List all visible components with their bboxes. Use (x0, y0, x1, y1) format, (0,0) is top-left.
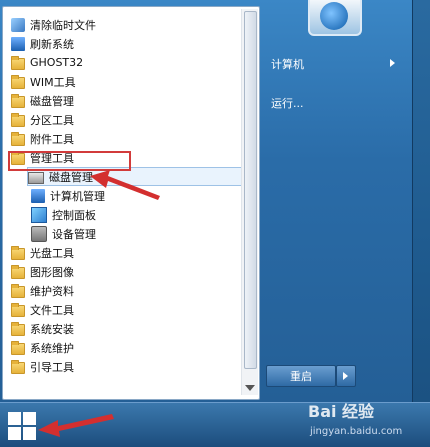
menu-item-system-install[interactable]: 系统安装 (11, 319, 241, 338)
windows-logo-icon (8, 427, 21, 440)
folder-icon (11, 131, 25, 146)
start-menu: 清除临时文件 刷新系统 GHOST32 WIM工具 磁盘管理 分区工具 附件工具… (0, 0, 413, 403)
red-arrow-icon (90, 170, 160, 200)
folder-icon (11, 264, 25, 279)
menu-item-accessory-tools[interactable]: 附件工具 (11, 129, 241, 148)
folder-icon (11, 74, 25, 89)
tool-icon (11, 17, 25, 32)
menu-item-file-tools[interactable]: 文件工具 (11, 300, 241, 319)
menu-item-label: 附件工具 (30, 132, 74, 146)
windows-logo-icon (8, 412, 21, 425)
menu-item-label: 光盘工具 (30, 246, 74, 260)
menu-item-label: 引导工具 (30, 360, 74, 374)
right-item-run[interactable]: 运行... (271, 95, 304, 111)
device-manager-icon (31, 225, 47, 242)
watermark-url: jingyan.baidu.com (310, 426, 403, 437)
menu-item-label: WIM工具 (30, 75, 76, 89)
menu-item-label: 文件工具 (30, 303, 74, 317)
menu-item-graphics[interactable]: 图形图像 (11, 262, 241, 281)
submenu-item-control-panel[interactable]: 控制面板 (31, 205, 241, 224)
folder-icon (11, 302, 25, 317)
red-arrow-icon (38, 414, 114, 437)
folder-icon (11, 283, 25, 298)
menu-item-ghost32[interactable]: GHOST32 (11, 53, 241, 72)
scrollbar-thumb[interactable] (244, 11, 257, 369)
folder-icon (11, 55, 25, 70)
menu-item-system-maintenance[interactable]: 系统维护 (11, 338, 241, 357)
folder-icon (11, 340, 25, 355)
folder-icon (11, 93, 25, 108)
control-panel-icon (31, 206, 47, 223)
menu-item-label: 系统维护 (30, 341, 74, 355)
scroll-down-arrow-icon[interactable] (245, 385, 255, 391)
folder-icon (11, 359, 25, 374)
menu-item-disc-tools[interactable]: 光盘工具 (11, 243, 241, 262)
menu-item-boot-tools[interactable]: 引导工具 (11, 357, 241, 376)
windows-logo-icon (23, 427, 36, 440)
menu-item-disk-management-folder[interactable]: 磁盘管理 (11, 91, 241, 110)
menu-item-maintenance-docs[interactable]: 维护资料 (11, 281, 241, 300)
menu-item-label: GHOST32 (30, 56, 84, 69)
user-avatar-icon (320, 2, 348, 30)
menu-item-label: 维护资料 (30, 284, 74, 298)
menu-item-partition-tools[interactable]: 分区工具 (11, 110, 241, 129)
windows-start-button[interactable] (6, 409, 38, 441)
folder-icon (11, 321, 25, 336)
menu-item-label: 图形图像 (30, 265, 74, 279)
submenu-item-device-manager[interactable]: 设备管理 (31, 224, 241, 243)
windows-logo-icon (23, 412, 36, 425)
menu-item-label: 磁盘管理 (30, 94, 74, 108)
folder-icon (11, 245, 25, 260)
user-picture[interactable] (308, 0, 362, 36)
menu-item-refresh-system[interactable]: 刷新系统 (11, 34, 241, 53)
menu-item-label: 分区工具 (30, 113, 74, 127)
restart-options-button[interactable] (336, 365, 356, 387)
chevron-right-icon (390, 59, 395, 67)
right-item-label: 运行... (271, 97, 304, 110)
restart-button[interactable]: 重启 (266, 365, 336, 387)
right-item-computer[interactable]: 计算机 (271, 56, 304, 72)
right-item-label: 计算机 (271, 58, 304, 71)
menu-item-label: 系统安装 (30, 322, 74, 336)
menu-item-label: 刷新系统 (30, 37, 74, 51)
computer-icon (11, 36, 25, 51)
computer-management-icon (31, 188, 45, 203)
disk-icon (28, 171, 44, 184)
menu-item-label: 控制面板 (52, 208, 96, 222)
menu-item-clean-temp-files[interactable]: 清除临时文件 (11, 15, 241, 34)
menu-item-wim-tools[interactable]: WIM工具 (11, 72, 241, 91)
menu-item-label: 设备管理 (52, 227, 96, 241)
menu-item-label: 清除临时文件 (30, 18, 96, 32)
watermark-brand: Bai 经验 (308, 402, 375, 421)
folder-icon (11, 112, 25, 127)
program-list-scrollbar[interactable] (241, 9, 258, 395)
